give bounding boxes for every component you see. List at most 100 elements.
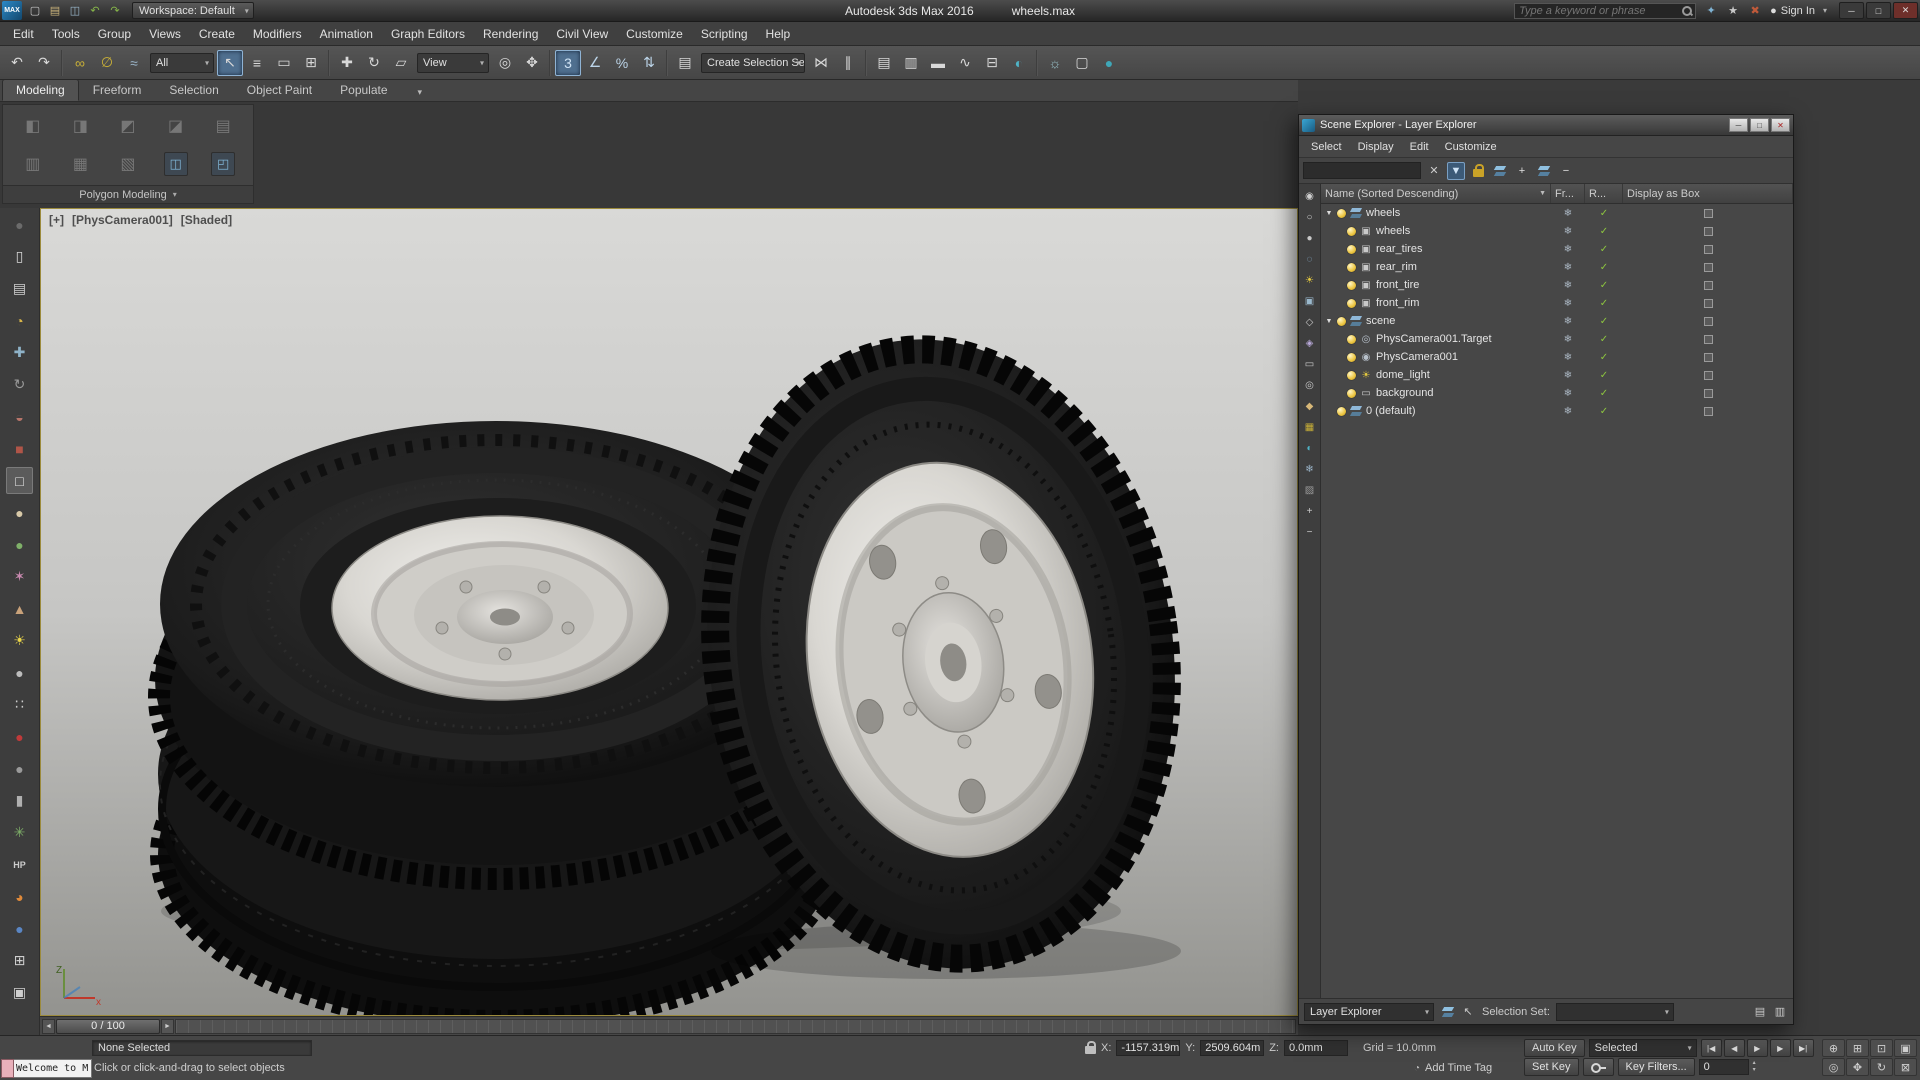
favorites-icon[interactable]: ★: [1724, 2, 1742, 20]
display-as-box-icon[interactable]: [1703, 298, 1713, 308]
macro-recorder-field[interactable]: [1, 1059, 14, 1078]
selection-filter-dropdown[interactable]: All: [150, 52, 214, 73]
renderable-icon[interactable]: ✓: [1600, 334, 1608, 345]
scene-row[interactable]: ▣ front_rim ❄ ✓: [1321, 294, 1793, 312]
display-as-box-icon[interactable]: [1703, 370, 1713, 380]
visibility-bulb-icon[interactable]: [1347, 262, 1356, 272]
visibility-bulb-icon[interactable]: [1347, 280, 1356, 290]
scene-row[interactable]: 0 (default) ❄ ✓: [1321, 402, 1793, 420]
visibility-bulb-icon[interactable]: [1347, 352, 1356, 362]
export-table-icon[interactable]: ▥: [1772, 1004, 1788, 1020]
add-time-tag[interactable]: ◔ Add Time Tag: [1414, 1062, 1492, 1074]
select-by-name-icon[interactable]: ≡: [244, 50, 270, 76]
toggle-scene-explorer-icon[interactable]: ▤: [871, 50, 897, 76]
named-selection-sets-dropdown[interactable]: Create Selection Se: [701, 52, 805, 73]
redo-icon[interactable]: ↷: [106, 2, 124, 20]
rotate-tool-icon[interactable]: ↻: [6, 371, 33, 398]
renderable-icon[interactable]: ✓: [1600, 226, 1608, 237]
visibility-bulb-icon[interactable]: [1347, 334, 1356, 344]
toggle-command-panel-icon[interactable]: ◰: [211, 152, 236, 176]
renderable-icon[interactable]: ✓: [1600, 208, 1608, 219]
display-spacewarps-icon[interactable]: ◈: [1301, 333, 1319, 354]
green-sphere-icon[interactable]: ●: [6, 531, 33, 558]
select-and-move-icon[interactable]: ✚: [334, 50, 360, 76]
sign-in-button[interactable]: ● Sign In: [1770, 5, 1827, 17]
frozen-icon[interactable]: ❄: [1564, 262, 1572, 273]
menu-modifiers[interactable]: Modifiers: [244, 22, 311, 46]
material-editor-icon[interactable]: ◐: [1006, 50, 1032, 76]
dots-icon[interactable]: ∷: [6, 691, 33, 718]
flower-icon[interactable]: ✶: [6, 563, 33, 590]
previous-frame-button[interactable]: ◄: [42, 1018, 55, 1034]
cylinder-icon[interactable]: ▮: [6, 787, 33, 814]
display-hidden-icon[interactable]: ▨: [1301, 480, 1319, 501]
pin-stack-icon[interactable]: ◫: [163, 152, 188, 176]
frozen-icon[interactable]: ❄: [1564, 244, 1572, 255]
scene-explorer-minimize-button[interactable]: ─: [1729, 118, 1748, 132]
next-frame-button[interactable]: ▶: [1769, 1039, 1791, 1057]
maximize-viewport-toggle-icon[interactable]: ⊠: [1894, 1058, 1917, 1076]
pick-layer-icon[interactable]: [1491, 162, 1509, 180]
ribbon-tab-freeform[interactable]: Freeform: [79, 79, 156, 101]
undo-icon[interactable]: ↶: [86, 2, 104, 20]
set-key-button[interactable]: Set Key: [1524, 1058, 1579, 1076]
column-header-name[interactable]: Name (Sorted Descending) ▼: [1321, 184, 1551, 203]
create-new-layer-icon[interactable]: +: [1513, 162, 1531, 180]
viewport[interactable]: [+] [PhysCamera001] [Shaded] Z x: [40, 208, 1298, 1016]
go-to-end-button[interactable]: ▶|: [1792, 1039, 1814, 1057]
ribbon-tab-selection[interactable]: Selection: [155, 79, 232, 101]
scene-row[interactable]: ☀ dome_light ❄ ✓: [1321, 366, 1793, 384]
viewport-pov-menu[interactable]: [PhysCamera001]: [72, 213, 173, 227]
grid-icon[interactable]: ⊞: [6, 947, 33, 974]
lock-explorer-icon[interactable]: [1469, 162, 1487, 180]
scene-row[interactable]: ▣ wheels ❄ ✓: [1321, 222, 1793, 240]
renderable-icon[interactable]: ✓: [1600, 352, 1608, 363]
display-as-box-icon[interactable]: [1703, 280, 1713, 290]
schematic-view-icon[interactable]: ⊟: [979, 50, 1005, 76]
red-box-icon[interactable]: ■: [6, 435, 33, 462]
select-object-icon[interactable]: ↖: [217, 49, 243, 76]
zoom-all-icon[interactable]: ⊞: [1846, 1039, 1869, 1057]
close-button[interactable]: ✕: [1893, 2, 1918, 19]
selection-lock-icon[interactable]: [1085, 1041, 1096, 1054]
snaps-toggle-3d-icon[interactable]: 3: [555, 49, 581, 76]
visibility-bulb-icon[interactable]: [1347, 388, 1356, 398]
blue-sphere-icon[interactable]: ●: [6, 915, 33, 942]
polygon-modeling-panel-label[interactable]: Polygon Modeling ▾: [3, 185, 253, 203]
angle-snap-toggle-icon[interactable]: ∠: [582, 50, 608, 76]
scene-row[interactable]: ◎ PhysCamera001.Target ❄ ✓: [1321, 330, 1793, 348]
renderable-icon[interactable]: ✓: [1600, 298, 1608, 309]
clock-icon[interactable]: ◔: [6, 307, 33, 334]
scene-row[interactable]: ▣ rear_tires ❄ ✓: [1321, 240, 1793, 258]
edit-named-selection-sets-icon[interactable]: ▤: [672, 50, 698, 76]
display-as-box-icon[interactable]: [1703, 316, 1713, 326]
mirror-icon[interactable]: ⋈: [808, 50, 834, 76]
scene-explorer-menu-select[interactable]: Select: [1303, 141, 1350, 153]
selection-set-dropdown[interactable]: [1555, 1002, 1674, 1021]
redo-icon[interactable]: ↷: [31, 50, 57, 76]
window-crossing-icon[interactable]: ⊞: [298, 50, 324, 76]
pearl-sphere-icon[interactable]: ●: [6, 755, 33, 782]
scene-row[interactable]: ▣ front_tire ❄ ✓: [1321, 276, 1793, 294]
display-all-icon[interactable]: ◉: [1301, 186, 1319, 207]
scene-row[interactable]: ▭ background ❄ ✓: [1321, 384, 1793, 402]
dark-sphere-icon[interactable]: ●: [6, 211, 33, 238]
next-frame-button[interactable]: ►: [161, 1018, 174, 1034]
display-bones-icon[interactable]: ◆: [1301, 396, 1319, 417]
scene-search-input[interactable]: [1303, 162, 1421, 179]
red-drop-icon[interactable]: ●: [6, 723, 33, 750]
scene-explorer-maximize-button[interactable]: □: [1750, 118, 1769, 132]
scene-explorer-menu-customize[interactable]: Customize: [1437, 141, 1505, 153]
curve-editor-icon[interactable]: ∿: [952, 50, 978, 76]
display-lights-icon[interactable]: ☀: [1301, 270, 1319, 291]
add-to-active-layer-icon[interactable]: [1535, 162, 1553, 180]
pan-view-icon[interactable]: ✥: [1846, 1058, 1869, 1076]
expand-all-icon[interactable]: +: [1301, 501, 1319, 522]
display-containers-icon[interactable]: ▦: [1301, 417, 1319, 438]
scene-row[interactable]: ◉ PhysCamera001 ❄ ✓: [1321, 348, 1793, 366]
menu-civil-view[interactable]: Civil View: [547, 22, 617, 46]
visibility-bulb-icon[interactable]: [1347, 370, 1356, 380]
frozen-icon[interactable]: ❄: [1564, 298, 1572, 309]
transform-gizmo-icon[interactable]: ✚: [6, 339, 33, 366]
display-groups-icon[interactable]: ▭: [1301, 354, 1319, 375]
